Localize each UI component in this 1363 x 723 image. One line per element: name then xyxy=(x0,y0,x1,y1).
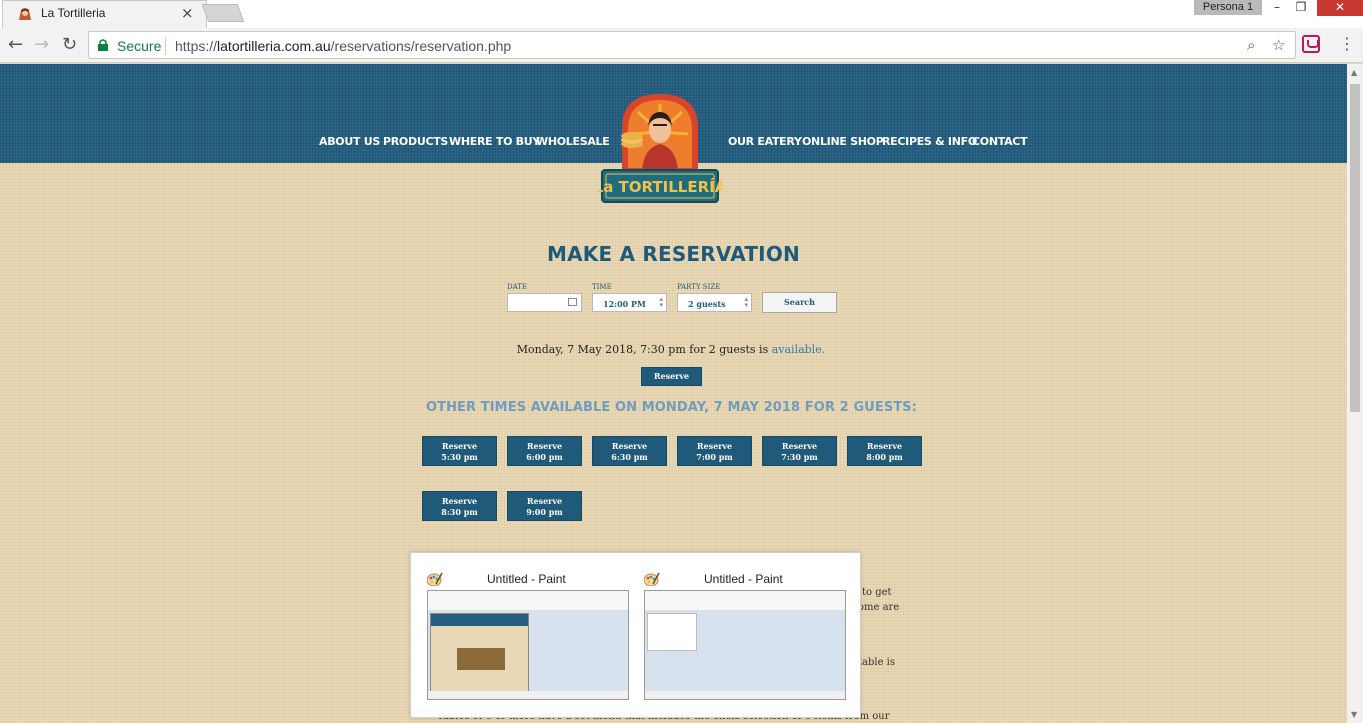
restore-button[interactable]: ❐ xyxy=(1286,0,1316,16)
nav-products[interactable]: PRODUCTS xyxy=(383,135,448,148)
lock-icon xyxy=(98,39,108,51)
slot-button[interactable]: Reserve 6:00 pm xyxy=(507,436,582,466)
browser-toolbar: ← → ↻ Secure https://latortilleria.com.a… xyxy=(0,28,1363,63)
nav-about-us[interactable]: ABOUT US xyxy=(319,135,380,148)
slot-button[interactable]: Reserve 8:30 pm xyxy=(422,491,497,521)
time-label: TIME xyxy=(592,283,612,291)
thumb-statusbar xyxy=(645,691,845,699)
site-favicon-icon xyxy=(19,8,31,20)
availability-message: Monday, 7 May 2018, 7:30 pm for 2 guests… xyxy=(0,343,1342,356)
date-input[interactable] xyxy=(507,293,582,312)
address-separator xyxy=(165,37,166,55)
logo-text: La TORTILLERÍA xyxy=(598,177,722,196)
url-path: /reservations/reservation.php xyxy=(330,38,512,54)
slot-button[interactable]: Reserve 6:30 pm xyxy=(592,436,667,466)
la-tortilleria-logo[interactable]: La TORTILLERÍA xyxy=(598,92,722,204)
slot-time: 8:00 pm xyxy=(866,452,903,462)
browser-titlebar: La Tortilleria × Persona 1 – ❐ ✕ xyxy=(0,0,1363,28)
page-scrollbar[interactable]: ▲ ▼ xyxy=(1347,64,1363,723)
slot-time: 6:30 pm xyxy=(611,452,648,462)
url-scheme: https:// xyxy=(175,38,218,54)
slot-button[interactable]: Reserve 7:30 pm xyxy=(762,436,837,466)
browser-menu-icon[interactable]: ⋮ xyxy=(1339,34,1355,53)
nav-our-eatery[interactable]: OUR EATERY xyxy=(728,135,802,148)
slot-label: Reserve xyxy=(696,441,733,451)
scroll-up-icon[interactable]: ▲ xyxy=(1351,68,1357,77)
taskbar-thumbnail-popup: Untitled - Paint Untitled - Paint xyxy=(410,552,861,718)
party-size-stepper[interactable]: 2 guests ▴ ▾ xyxy=(677,293,752,312)
slot-button[interactable]: Reserve 9:00 pm xyxy=(507,491,582,521)
time-stepper[interactable]: 12:00 PM ▴ ▾ xyxy=(592,293,667,312)
paint-window-thumbnail[interactable] xyxy=(644,590,846,700)
date-label: DATE xyxy=(507,283,528,291)
party-size-label: PARTY SIZE xyxy=(677,283,721,291)
nav-recipes-info[interactable]: RECIPES & INFO xyxy=(882,135,977,148)
pocket-extension-icon[interactable] xyxy=(1302,35,1320,53)
thumb-statusbar xyxy=(428,691,628,699)
slot-time: 6:00 pm xyxy=(526,452,563,462)
slot-label: Reserve xyxy=(441,441,478,451)
forward-arrow-icon[interactable]: → xyxy=(34,34,49,55)
scroll-down-icon[interactable]: ▼ xyxy=(1351,710,1357,719)
party-size-value: 2 guests xyxy=(688,299,726,309)
window-title: Untitled - Paint xyxy=(704,572,783,586)
thumb-blank-canvas xyxy=(647,613,697,651)
slot-time: 9:00 pm xyxy=(526,507,563,517)
zoom-icon[interactable]: ⌕ xyxy=(1247,36,1255,54)
secure-label: Secure xyxy=(117,38,162,54)
slot-time: 7:30 pm xyxy=(781,452,818,462)
back-arrow-icon[interactable]: ← xyxy=(8,34,23,55)
nav-where-to-buy[interactable]: WHERE TO BUY xyxy=(449,135,540,148)
paint-window-thumbnail[interactable] xyxy=(427,590,629,700)
slot-label: Reserve xyxy=(526,441,563,451)
scrollbar-thumb[interactable] xyxy=(1350,84,1360,412)
slot-label: Reserve xyxy=(781,441,818,451)
availability-text: Monday, 7 May 2018, 7:30 pm for 2 guests… xyxy=(516,343,769,356)
tab-title: La Tortilleria xyxy=(41,6,106,20)
info-text-fragment: to get xyxy=(862,587,892,598)
url-host: latortilleria.com.au xyxy=(217,38,331,54)
url-text[interactable]: https://latortilleria.com.au/reservation… xyxy=(175,38,511,54)
slot-label: Reserve xyxy=(441,496,478,506)
tab-close-icon[interactable]: × xyxy=(181,4,194,22)
thumb-ribbon xyxy=(428,591,628,611)
reserve-button[interactable]: Reserve xyxy=(641,367,702,386)
info-text-fragment: ome are xyxy=(858,602,900,613)
party-spinner-icon[interactable]: ▴ ▾ xyxy=(744,296,748,309)
other-times-heading: OTHER TIMES AVAILABLE ON MONDAY, 7 MAY 2… xyxy=(425,400,918,415)
slot-button[interactable]: Reserve 5:30 pm xyxy=(422,436,497,466)
slot-time: 7:00 pm xyxy=(696,452,733,462)
slot-time: 5:30 pm xyxy=(441,452,478,462)
address-bar[interactable]: Secure https://latortilleria.com.au/rese… xyxy=(88,31,1296,59)
reload-icon[interactable]: ↻ xyxy=(62,34,77,55)
info-text-fragment: table is xyxy=(858,657,896,668)
profile-button[interactable]: Persona 1 xyxy=(1194,0,1262,15)
time-value: 12:00 PM xyxy=(603,299,646,309)
paint-app-icon xyxy=(644,572,660,586)
calendar-icon[interactable] xyxy=(568,298,577,306)
window-close-button[interactable]: ✕ xyxy=(1317,0,1363,16)
availability-status: available. xyxy=(771,343,826,356)
search-button[interactable]: Search xyxy=(762,292,837,313)
time-spinner-icon[interactable]: ▴ ▾ xyxy=(659,296,663,309)
bookmark-star-icon[interactable]: ☆ xyxy=(1272,36,1285,54)
thumb-screenshot-content xyxy=(430,613,529,693)
nav-online-shop[interactable]: ONLINE SHOP xyxy=(802,135,884,148)
new-tab-button[interactable] xyxy=(201,4,245,22)
tab-la-tortilleria[interactable]: La Tortilleria × xyxy=(2,0,207,28)
nav-contact[interactable]: CONTACT xyxy=(972,135,1028,148)
slot-label: Reserve xyxy=(526,496,563,506)
slot-label: Reserve xyxy=(866,441,903,451)
slot-button[interactable]: Reserve 7:00 pm xyxy=(677,436,752,466)
page-title: MAKE A RESERVATION xyxy=(547,242,800,266)
thumb-ribbon xyxy=(645,591,845,611)
slot-button[interactable]: Reserve 8:00 pm xyxy=(847,436,922,466)
paint-app-icon xyxy=(427,572,443,586)
slot-time: 8:30 pm xyxy=(441,507,478,517)
slot-label: Reserve xyxy=(611,441,648,451)
window-title: Untitled - Paint xyxy=(487,572,566,586)
